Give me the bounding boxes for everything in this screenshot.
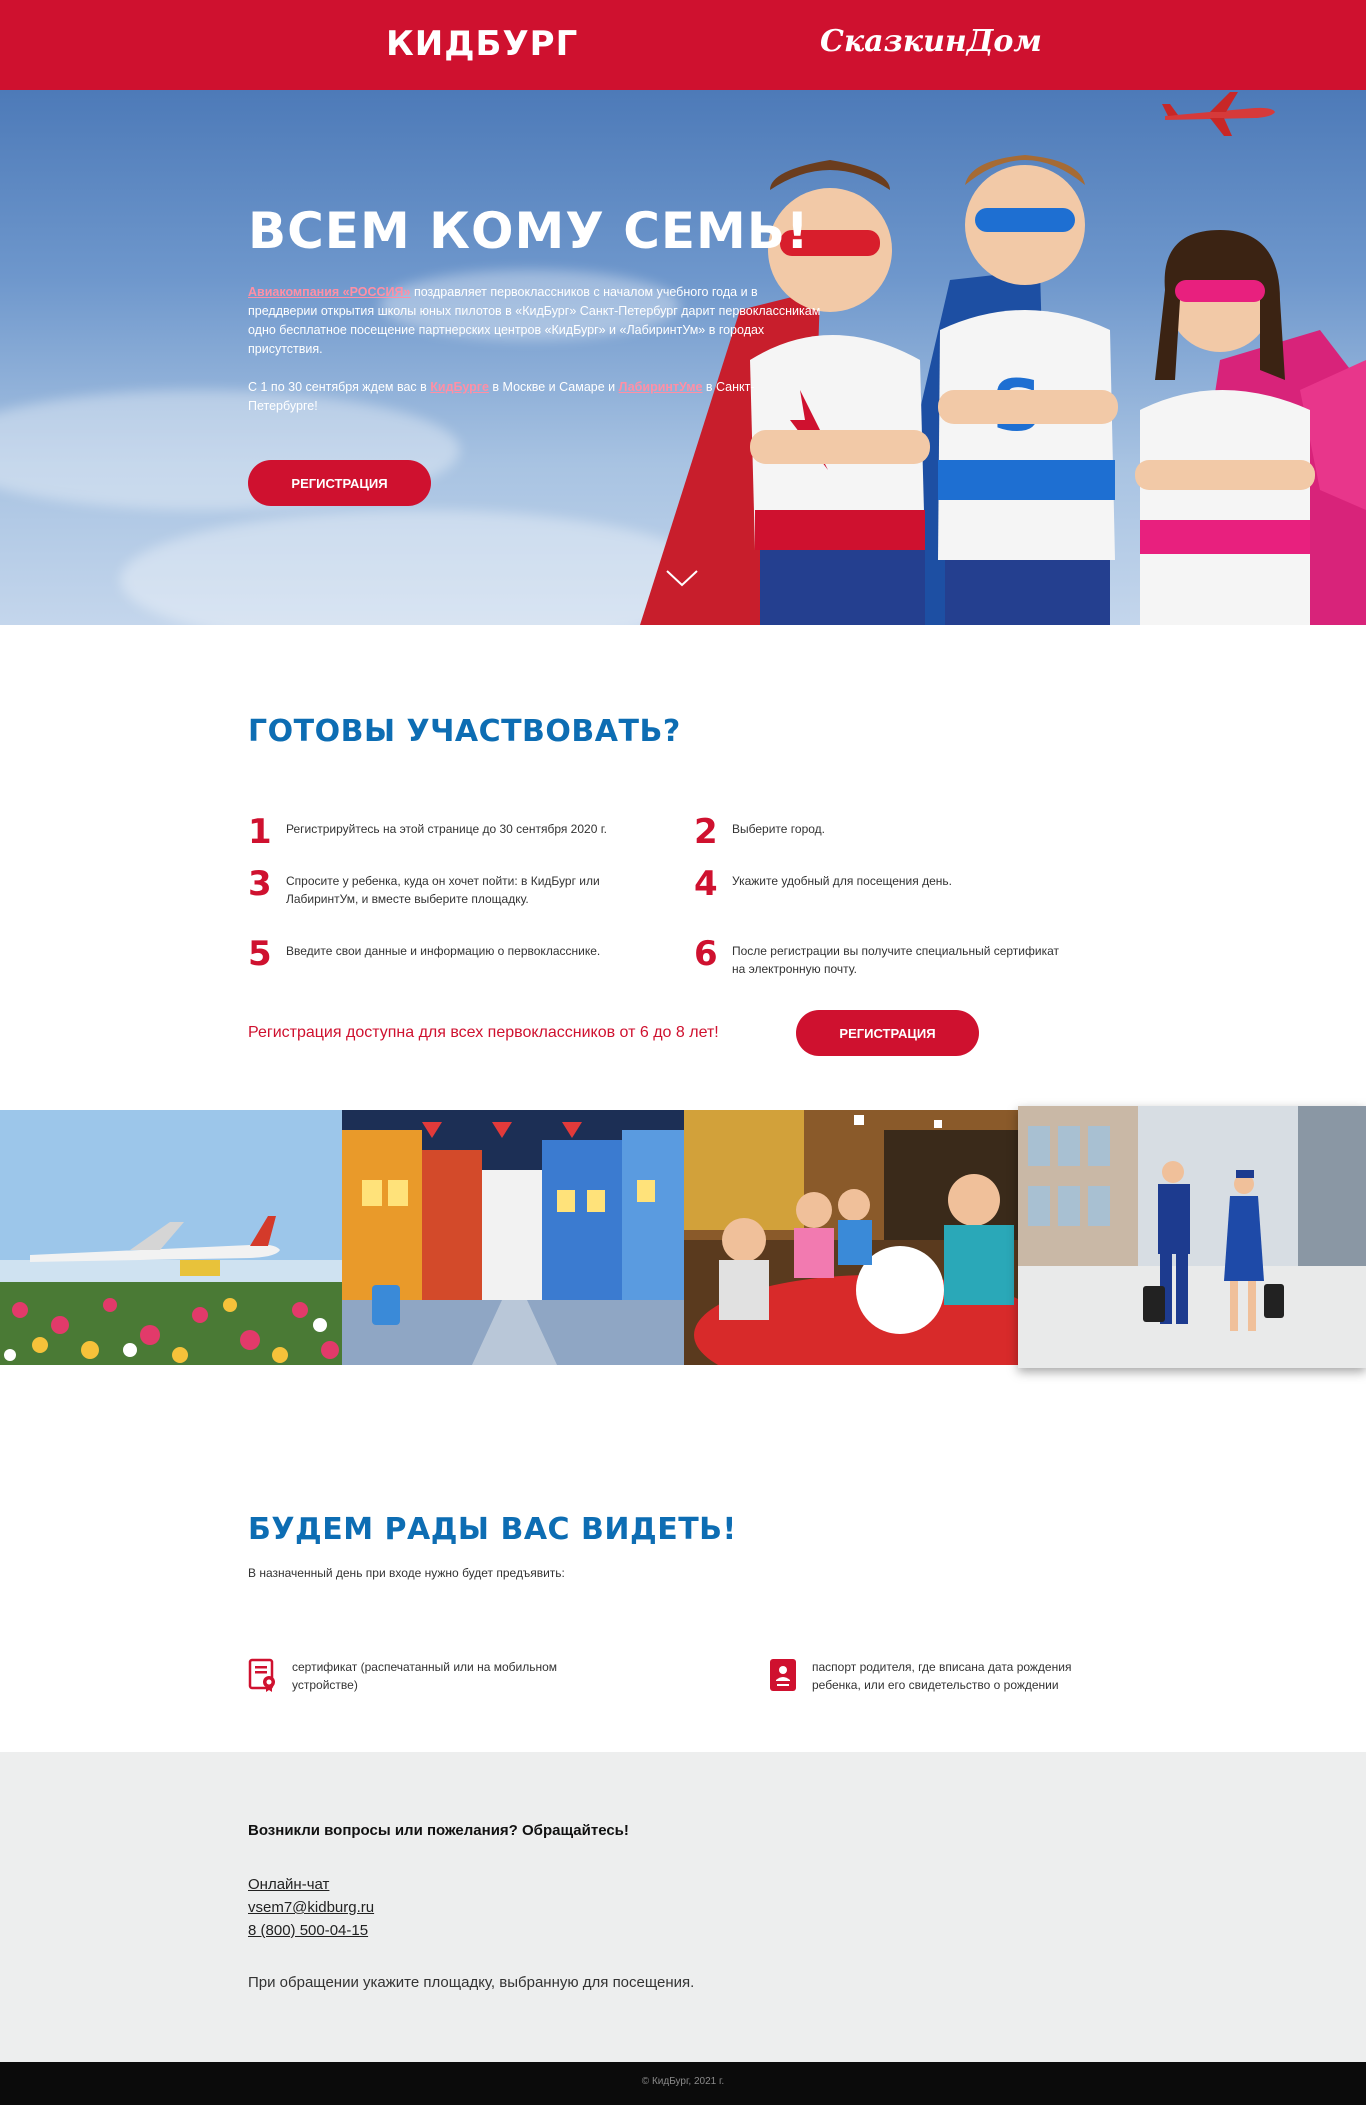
rossiya-link[interactable]: Авиакомпания «РОССИЯ» [248, 285, 410, 299]
contacts-section: Возникли вопросы или пожелания? Обращайт… [0, 1752, 1366, 2062]
step-number: 5 [248, 934, 272, 974]
kids-activity-photo [684, 1110, 1018, 1365]
chevron-down-icon[interactable] [665, 568, 699, 588]
requirement-certificate-text: сертификат (распечатанный или на мобильн… [292, 1660, 558, 1692]
contacts-heading: Возникли вопросы или пожелания? Обращайт… [248, 1822, 629, 1839]
kidburg-link[interactable]: КидБурге [430, 380, 489, 394]
hero-dates-part-b: в Москве и Самаре и [488, 380, 619, 394]
age-note: Регистрация доступна для всех первокласс… [248, 1024, 719, 1041]
step-number: 6 [694, 934, 718, 974]
steps-title: ГОТОВЫ УЧАСТВОВАТЬ? [248, 714, 681, 749]
email-link[interactable]: vsem7@kidburg.ru [248, 1899, 374, 1916]
online-chat-link[interactable]: Онлайн-чат [248, 1876, 329, 1893]
welcome-subtitle: В назначенный день при входе нужно будет… [248, 1566, 565, 1580]
passport-icon [770, 1659, 796, 1691]
photo-strip [0, 1106, 1366, 1370]
requirement-certificate: сертификат (распечатанный или на мобильн… [248, 1658, 592, 1694]
certificate-icon [248, 1658, 275, 1692]
hero-intro-text: Авиакомпания «РОССИЯ» поздравляет первок… [248, 283, 828, 359]
requirement-passport: паспорт родителя, где вписана дата рожде… [768, 1658, 1112, 1694]
crew-photo [1018, 1106, 1366, 1368]
requirement-passport-text: паспорт родителя, где вписана дата рожде… [812, 1660, 1072, 1692]
copyright-text: © КидБург, 2021 г. [641, 2076, 725, 2087]
step-text: Спросите у ребенка, куда он хочет пойти:… [286, 874, 600, 906]
hero-dates-part-a: С 1 по 30 сентября ждем вас в [248, 380, 431, 394]
step-text: Регистрируйтесь на этой странице до 30 с… [286, 822, 607, 836]
welcome-title: БУДЕМ РАДЫ ВАС ВИДЕТЬ! [248, 1512, 737, 1547]
skazkindom-logo[interactable]: СказкинДом [820, 24, 1042, 59]
top-bar: КИДБУРГ СказкинДом [0, 0, 1366, 90]
step-number: 1 [248, 812, 272, 852]
hero-dates-text: С 1 по 30 сентября ждем вас в КидБурге в… [248, 378, 788, 416]
step-number: 4 [694, 864, 718, 904]
phone-link[interactable]: 8 (800) 500-04-15 [248, 1922, 368, 1939]
footer: © КидБург, 2021 г. [0, 2062, 1366, 2105]
hero-title: ВСЕМ КОМУ СЕМЬ! [248, 202, 810, 260]
step-number: 2 [694, 812, 718, 852]
contacts-note: При обращении укажите площадку, выбранну… [248, 1974, 695, 1991]
step-text: Укажите удобный для посещения день. [732, 874, 952, 888]
hero-register-button[interactable]: Регистрация [248, 460, 431, 506]
hero-banner: S ВСЕМ КОМУ СЕМЬ! Авиакомпания «РОССИЯ» … [0, 90, 1366, 625]
step-text: Введите свои данные и информацию о перво… [286, 944, 601, 958]
step-text: Выберите город. [732, 822, 825, 836]
steps-register-button[interactable]: Регистрация [796, 1010, 979, 1056]
step-text: После регистрации вы получите специальны… [732, 944, 1060, 976]
kidburg-logo[interactable]: КИДБУРГ [386, 24, 578, 64]
airplane-photo [0, 1110, 342, 1365]
kidburg-street-photo [342, 1110, 684, 1365]
page: КИДБУРГ СказкинДом ВСЕМ КОМУ СЕМЬ! Авиак… [0, 0, 1366, 2105]
labirintum-link[interactable]: ЛабиринтУме [619, 380, 703, 394]
step-number: 3 [248, 864, 272, 904]
